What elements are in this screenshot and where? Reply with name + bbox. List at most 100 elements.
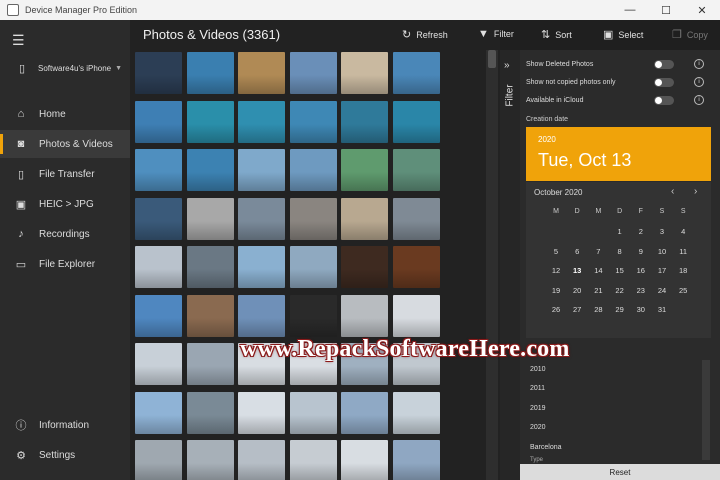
photo-thumbnail[interactable] xyxy=(135,294,182,337)
photo-thumbnail[interactable] xyxy=(186,246,234,288)
calendar-day[interactable]: 6 xyxy=(567,247,587,256)
photo-thumbnail[interactable] xyxy=(238,52,285,94)
select-button[interactable]: ▣ Select xyxy=(603,28,643,41)
sidebar-item-home[interactable]: ⌂ Home xyxy=(0,100,130,128)
not-copied-toggle[interactable] xyxy=(654,77,674,87)
filter-button[interactable]: ▼ Filter xyxy=(478,28,514,40)
photo-thumbnail[interactable] xyxy=(289,149,337,191)
calendar-day[interactable]: 19 xyxy=(546,286,566,295)
photo-thumbnail[interactable] xyxy=(238,440,285,480)
hamburger-icon[interactable]: ☰ xyxy=(12,32,25,49)
photo-thumbnail[interactable] xyxy=(135,343,182,385)
photo-thumbnail[interactable] xyxy=(289,197,337,240)
photo-thumbnail[interactable] xyxy=(186,294,234,337)
photo-thumbnail[interactable] xyxy=(341,246,388,288)
photo-thumbnail[interactable] xyxy=(186,343,234,385)
photo-thumbnail[interactable] xyxy=(238,100,285,143)
calendar-day[interactable]: 29 xyxy=(610,305,630,314)
photo-thumbnail[interactable] xyxy=(135,100,182,143)
calendar-day[interactable]: 24 xyxy=(652,286,672,295)
grid-scrollbar[interactable] xyxy=(486,50,498,480)
photo-thumbnail[interactable] xyxy=(392,149,440,191)
sidebar-item-file-explorer[interactable]: ▭ File Explorer xyxy=(0,250,130,278)
sidebar-item-heic-jpg[interactable]: ▣ HEIC > JPG xyxy=(0,190,130,218)
show-deleted-toggle[interactable] xyxy=(654,59,674,69)
photo-thumbnail[interactable] xyxy=(186,149,234,191)
calendar-day[interactable]: 18 xyxy=(673,266,693,275)
photo-thumbnail[interactable] xyxy=(238,149,285,191)
calendar-day[interactable]: 7 xyxy=(588,247,608,256)
calendar-day[interactable]: 27 xyxy=(567,305,587,314)
photo-thumbnail[interactable] xyxy=(289,52,337,94)
photo-thumbnail[interactable] xyxy=(341,100,388,143)
photo-thumbnail[interactable] xyxy=(392,391,440,434)
info-icon[interactable]: i xyxy=(694,59,704,69)
calendar-day[interactable]: 17 xyxy=(652,266,672,275)
photo-thumbnail[interactable] xyxy=(135,391,182,434)
calendar-day[interactable]: 3 xyxy=(652,227,672,236)
year-item[interactable]: 2011 xyxy=(530,385,545,392)
photo-thumbnail[interactable] xyxy=(341,149,388,191)
calendar-day[interactable]: 26 xyxy=(546,305,566,314)
close-button[interactable]: ✕ xyxy=(684,0,720,20)
calendar-day[interactable]: 1 xyxy=(610,227,630,236)
sidebar-item-settings[interactable]: ⚙ Settings xyxy=(0,441,130,469)
photo-thumbnail[interactable] xyxy=(392,246,440,288)
chevron-right-icon[interactable]: › xyxy=(694,186,697,197)
calendar-day[interactable]: 11 xyxy=(673,247,693,256)
sidebar-item-file-transfer[interactable]: ▯ File Transfer xyxy=(0,160,130,188)
photo-thumbnail[interactable] xyxy=(289,391,337,434)
photo-thumbnail[interactable] xyxy=(135,52,182,94)
calendar-day[interactable]: 25 xyxy=(673,286,693,295)
photo-thumbnail[interactable] xyxy=(135,149,182,191)
year-item[interactable]: 2019 xyxy=(530,405,546,412)
photo-thumbnail[interactable] xyxy=(289,440,337,480)
photo-thumbnail[interactable] xyxy=(392,294,440,337)
year-item[interactable]: 2010 xyxy=(530,366,546,373)
calendar-day[interactable]: 14 xyxy=(588,266,608,275)
calendar-day[interactable]: 22 xyxy=(610,286,630,295)
photo-thumbnail[interactable] xyxy=(186,100,234,143)
icloud-toggle[interactable] xyxy=(654,95,674,105)
photo-thumbnail[interactable] xyxy=(238,294,285,337)
calendar-day[interactable]: 4 xyxy=(673,227,693,236)
photo-thumbnail[interactable] xyxy=(341,197,388,240)
calendar-day[interactable]: 8 xyxy=(610,247,630,256)
scrollbar-thumb[interactable] xyxy=(488,50,496,68)
photo-thumbnail[interactable] xyxy=(289,246,337,288)
location-item[interactable]: Barcelona xyxy=(530,444,562,451)
calendar-day[interactable]: 21 xyxy=(588,286,608,295)
maximize-button[interactable]: ☐ xyxy=(648,0,684,20)
calendar-day[interactable]: 13 xyxy=(567,266,587,275)
photo-thumbnail[interactable] xyxy=(135,440,182,480)
photo-thumbnail[interactable] xyxy=(186,391,234,434)
sidebar-item-recordings[interactable]: ♪ Recordings xyxy=(0,220,130,248)
calendar-day[interactable]: 5 xyxy=(546,247,566,256)
photo-thumbnail[interactable] xyxy=(238,197,285,240)
photo-thumbnail[interactable] xyxy=(135,246,182,288)
photo-thumbnail[interactable] xyxy=(392,440,440,480)
photo-thumbnail[interactable] xyxy=(392,197,440,240)
sidebar-item-information[interactable]: ⓘ Information xyxy=(0,411,130,439)
calendar-day[interactable]: 28 xyxy=(588,305,608,314)
selected-date-header[interactable]: 2020 Tue, Oct 13 xyxy=(526,127,711,181)
refresh-button[interactable]: ↻ Refresh xyxy=(402,28,448,41)
year-item[interactable]: 2020 xyxy=(530,424,546,431)
photo-thumbnail[interactable] xyxy=(341,440,388,480)
calendar-day[interactable]: 9 xyxy=(631,247,651,256)
photo-thumbnail[interactable] xyxy=(392,52,440,94)
photo-thumbnail[interactable] xyxy=(341,294,388,337)
photo-thumbnail[interactable] xyxy=(289,100,337,143)
calendar-day[interactable]: 23 xyxy=(631,286,651,295)
photo-thumbnail[interactable] xyxy=(135,197,182,240)
year-list-scrollbar[interactable] xyxy=(702,360,710,460)
photo-thumbnail[interactable] xyxy=(186,52,234,94)
reset-button[interactable]: Reset xyxy=(520,464,720,480)
calendar-day[interactable]: 20 xyxy=(567,286,587,295)
device-selector[interactable]: ▯ Software4u's iPhone ▼ xyxy=(0,56,130,80)
photo-thumbnail[interactable] xyxy=(238,246,285,288)
filter-tab[interactable]: » Filter xyxy=(500,50,520,480)
photo-thumbnail[interactable] xyxy=(186,440,234,480)
minimize-button[interactable]: — xyxy=(612,0,648,20)
calendar-day[interactable]: 30 xyxy=(631,305,651,314)
